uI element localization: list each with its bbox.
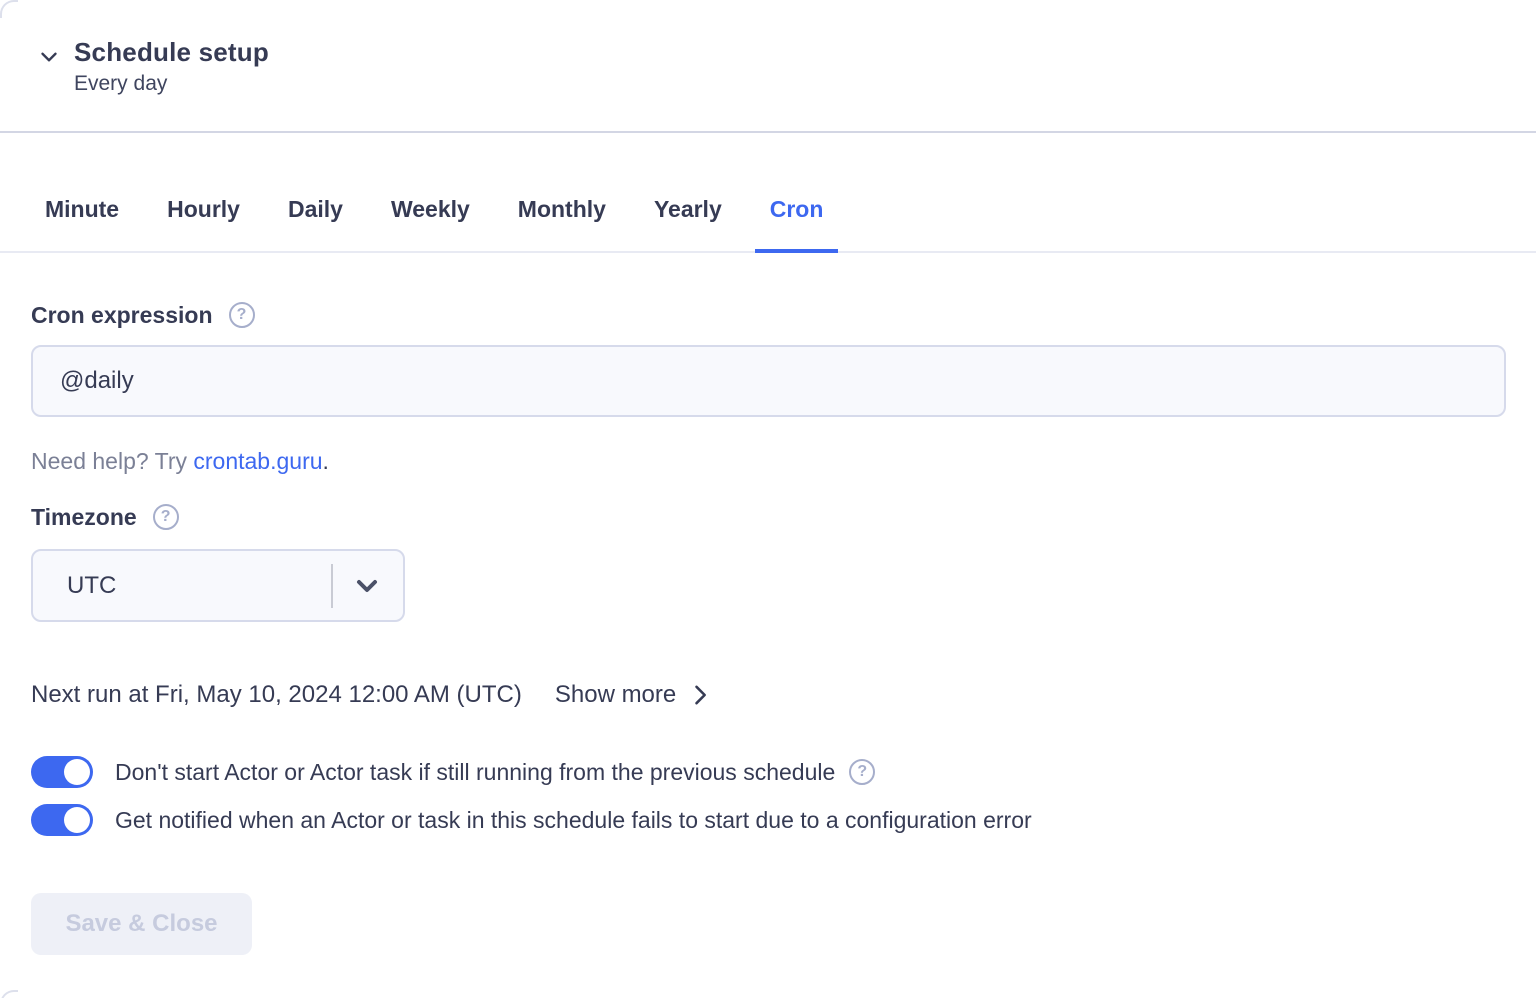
page-subtitle: Every day (74, 70, 269, 98)
tab-monthly[interactable]: Monthly (503, 195, 621, 251)
select-divider (331, 564, 333, 608)
cron-help-prefix: Need help? Try (31, 448, 193, 474)
save-close-button[interactable]: Save & Close (31, 893, 252, 955)
notify-toggle-label: Get notified when an Actor or task in th… (115, 805, 1032, 835)
dont-start-toggle-label: Don't start Actor or Actor task if still… (115, 757, 835, 787)
timezone-help-icon[interactable]: ? (153, 504, 179, 530)
show-more-label: Show more (555, 680, 676, 710)
cron-help-text: Need help? Try crontab.guru. (31, 447, 1506, 475)
cron-expression-label: Cron expression (31, 301, 213, 329)
dont-start-help-icon[interactable]: ? (849, 759, 875, 785)
schedule-setup-header: Schedule setup Every day (0, 0, 1536, 133)
collapse-chevron-down-icon[interactable] (36, 44, 62, 75)
notify-toggle[interactable] (31, 804, 93, 836)
tab-hourly[interactable]: Hourly (152, 195, 255, 251)
next-run-text: Next run at Fri, May 10, 2024 12:00 AM (… (31, 680, 522, 710)
show-more-link[interactable]: Show more (555, 680, 714, 710)
toggle-knob (64, 807, 90, 833)
cron-expression-help-icon[interactable]: ? (229, 302, 255, 328)
dont-start-toggle[interactable] (31, 756, 93, 788)
timezone-selected-value: UTC (33, 572, 331, 600)
tab-yearly[interactable]: Yearly (639, 195, 737, 251)
toggle-knob (64, 759, 90, 785)
chevron-down-icon (351, 570, 383, 602)
tab-cron[interactable]: Cron (755, 195, 839, 253)
cron-help-suffix: . (323, 448, 329, 474)
timezone-select[interactable]: UTC (31, 549, 405, 622)
schedule-type-tabs: Minute Hourly Daily Weekly Monthly Yearl… (0, 195, 1536, 253)
chevron-right-icon (686, 681, 714, 709)
toggle-row-notify: Get notified when an Actor or task in th… (31, 804, 1506, 836)
tab-daily[interactable]: Daily (273, 195, 358, 251)
cron-expression-input[interactable] (31, 345, 1506, 417)
toggle-row-dont-start: Don't start Actor or Actor task if still… (31, 756, 1506, 788)
crontab-guru-link[interactable]: crontab.guru (193, 448, 322, 474)
tab-weekly[interactable]: Weekly (376, 195, 485, 251)
timezone-label: Timezone (31, 503, 137, 531)
next-card-corner-decoration (0, 990, 18, 998)
tab-minute[interactable]: Minute (30, 195, 134, 251)
page-title: Schedule setup (74, 36, 269, 68)
